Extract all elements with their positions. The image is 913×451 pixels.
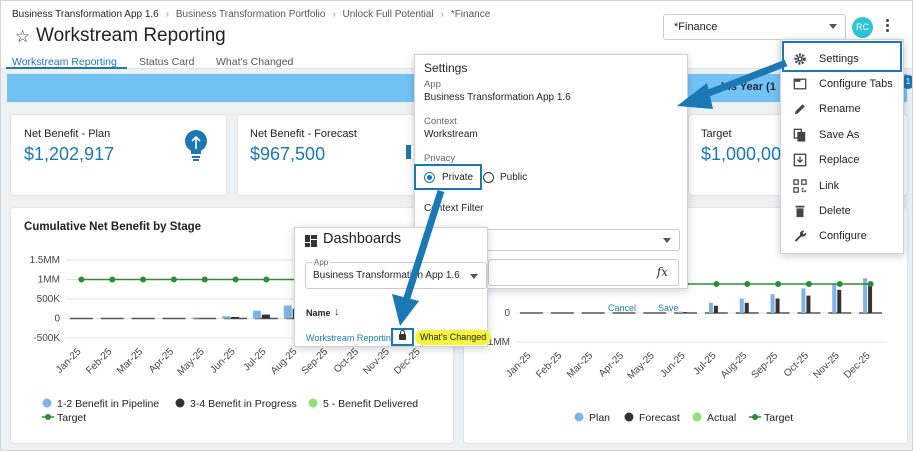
annotation-arrow-head — [392, 294, 419, 326]
annotation-arrow-shaft — [402, 189, 445, 303]
annotation-arrow-shaft — [699, 59, 788, 100]
annotation-arrows — [392, 59, 788, 326]
annotation-arrow-head — [677, 83, 713, 109]
app-window: Business Transformation App 1.6 › Busines… — [0, 0, 913, 451]
